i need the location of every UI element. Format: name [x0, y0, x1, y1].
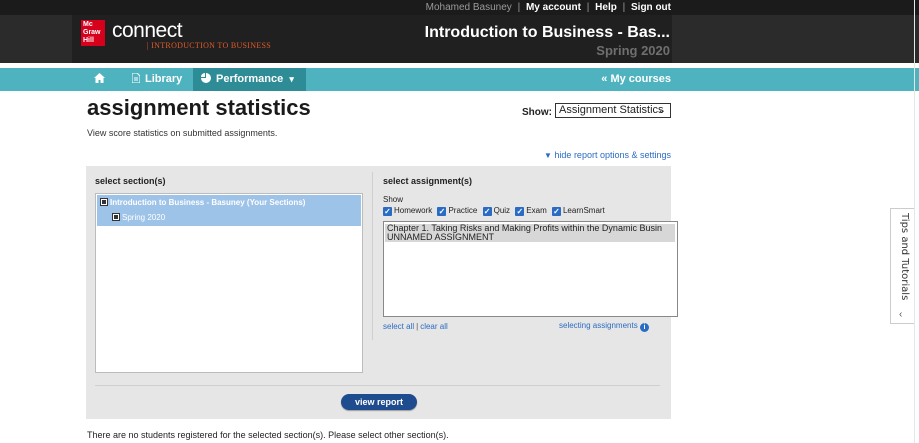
tree-checkbox-icon [112, 213, 120, 221]
status-message: There are no students registered for the… [87, 430, 449, 440]
tree-checkbox-icon [100, 198, 108, 206]
help-link[interactable]: Help [595, 2, 617, 13]
divider [95, 385, 660, 386]
triangle-down-icon: ▼ [543, 151, 552, 160]
tips-and-tutorials-label: Tips and Tutorials [899, 213, 910, 301]
divider [914, 0, 915, 443]
checkbox-checked-icon: ✓ [515, 207, 525, 216]
report-type-select[interactable]: Assignment Statistics ⌄ [555, 103, 671, 118]
course-subject: | INTRODUCTION TO BUSINESS [147, 41, 272, 50]
separator: | [416, 322, 419, 331]
list-item[interactable]: UNNAMED ASSIGNMENT [385, 233, 675, 242]
course-title[interactable]: Introduction to Business - Bas... [425, 24, 670, 42]
nav-performance-label: Performance [216, 73, 284, 85]
mcgraw-hill-logo: Mc Graw Hill [81, 20, 105, 46]
filter-practice[interactable]: ✓ Practice [437, 206, 477, 216]
filter-learnsmart[interactable]: ✓ LearnSmart [551, 206, 605, 216]
connect-brand: connect [112, 19, 183, 42]
chevron-down-icon: ▾ [289, 74, 294, 84]
my-courses-link[interactable]: « My courses [601, 68, 671, 91]
pie-chart-icon [201, 73, 211, 83]
hide-report-options-label: hide report options & settings [554, 150, 671, 160]
document-icon [132, 73, 140, 83]
nav-performance[interactable]: Performance ▾ [193, 68, 306, 91]
assignment-type-filters: ✓ Homework ✓ Practice ✓ Quiz ✓ Exam ✓ LearnSm… [383, 206, 608, 216]
checkbox-checked-icon: ✓ [482, 207, 492, 216]
assignment-list[interactable]: Chapter 1. Taking Risks and Making Profi… [383, 221, 678, 317]
my-account-link[interactable]: My account [526, 2, 581, 13]
section-item-label: Introduction to Business - Basuney (Your… [110, 198, 306, 207]
checkbox-checked-icon: ✓ [383, 207, 392, 216]
divider [372, 172, 373, 340]
hide-report-options-link[interactable]: ▼ hide report options & settings [544, 150, 671, 160]
filter-homework[interactable]: ✓ Homework [383, 206, 432, 216]
user-name: Mohamed Basuney [425, 2, 512, 13]
section-item[interactable]: Introduction to Business - Basuney (Your… [97, 195, 361, 210]
section-list[interactable]: Introduction to Business - Basuney (Your… [95, 193, 363, 373]
select-all-link[interactable]: select all [383, 322, 414, 331]
selecting-assignments-help[interactable]: selecting assignments i [559, 321, 649, 332]
section-item[interactable]: Spring 2020 [97, 210, 361, 226]
separator: | [586, 2, 590, 13]
filter-exam[interactable]: ✓ Exam [515, 206, 547, 216]
nav-library[interactable]: Library [132, 68, 182, 91]
sign-out-link[interactable]: Sign out [631, 2, 671, 13]
select-sections-label: select section(s) [95, 176, 166, 186]
filter-quiz[interactable]: ✓ Quiz [482, 206, 510, 216]
chevron-down-icon: ⌄ [657, 105, 666, 116]
view-report-button[interactable]: view report [341, 394, 417, 410]
select-assignments-label: select assignment(s) [383, 176, 473, 186]
assignment-filter-label: Show [383, 195, 404, 204]
course-term: Spring 2020 [596, 43, 670, 58]
clear-all-link[interactable]: clear all [420, 322, 448, 331]
report-type-value: Assignment Statistics [559, 104, 664, 116]
show-label: Show: [522, 107, 552, 118]
checkbox-checked-icon: ✓ [437, 207, 447, 216]
chevron-left-icon: ‹ [899, 309, 903, 320]
separator: | [517, 2, 521, 13]
home-icon [93, 73, 105, 83]
checkbox-checked-icon: ✓ [551, 207, 561, 216]
list-item[interactable]: Chapter 1. Taking Risks and Making Profi… [385, 224, 675, 233]
selecting-assignments-label: selecting assignments [559, 321, 638, 330]
account-links: Mohamed Basuney | My account | Help | Si… [426, 2, 671, 13]
separator: | [622, 2, 626, 13]
select-clear-links: select all | clear all [383, 322, 448, 331]
section-item-label: Spring 2020 [122, 213, 166, 222]
tips-and-tutorials-tab[interactable]: Tips and Tutorials ‹ [890, 208, 914, 324]
page-title: assignment statistics [87, 95, 311, 120]
page-subtitle: View score statistics on submitted assig… [87, 128, 278, 138]
info-icon: i [639, 323, 649, 332]
home-button[interactable] [84, 68, 114, 91]
nav-library-label: Library [145, 73, 183, 85]
